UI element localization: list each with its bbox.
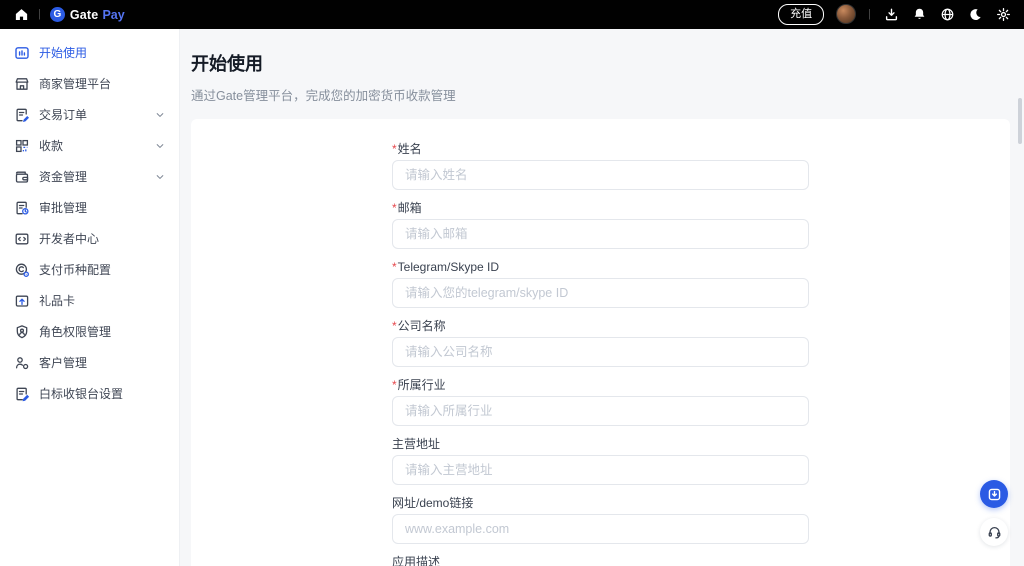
field-input-3[interactable] — [392, 337, 809, 367]
field-input-6[interactable] — [392, 514, 809, 544]
sidebar-item-11[interactable]: 白标收银台设置 — [0, 378, 179, 409]
field-label: *Telegram/Skype ID — [392, 260, 500, 274]
globe-icon[interactable] — [939, 6, 955, 22]
moon-icon[interactable] — [967, 6, 983, 22]
form-field-5: 主营地址 — [392, 437, 809, 485]
merchant-platform-icon — [13, 75, 30, 92]
orders-icon — [13, 106, 30, 123]
currency-config-icon — [13, 261, 30, 278]
field-label: *公司名称 — [392, 319, 446, 333]
avatar[interactable] — [836, 4, 857, 25]
gift-card-icon — [13, 292, 30, 309]
chevron-down-icon — [155, 110, 165, 120]
page-subtitle: 通过Gate管理平台，完成您的加密货币收款管理 — [191, 89, 456, 103]
chevron-down-icon — [155, 172, 165, 182]
sidebar-item-label: 开发者中心 — [39, 232, 100, 246]
main-content: 开始使用 通过Gate管理平台，完成您的加密货币收款管理 *姓名 *邮箱 *Tele… — [180, 29, 1024, 566]
sidebar-item-8[interactable]: 礼品卡 — [0, 285, 179, 316]
roles-shield-icon — [13, 323, 30, 340]
brand-name: Gate — [69, 7, 99, 22]
brand-suffix: Pay — [102, 7, 125, 22]
chevron-down-icon — [155, 141, 165, 151]
sidebar-nav: 开始使用商家管理平台 交易订单收款资金管理审批管理开发者中心支付币种配置 礼品卡角色… — [0, 37, 179, 409]
required-asterisk: * — [392, 319, 397, 333]
sidebar-item-0[interactable]: 开始使用 — [0, 37, 179, 68]
download-app-button[interactable] — [980, 480, 1008, 508]
scrollbar-thumb[interactable] — [1018, 98, 1022, 144]
customers-icon — [13, 354, 30, 371]
download-icon[interactable] — [883, 6, 899, 22]
field-label: *姓名 — [392, 142, 422, 156]
topbar-divider: | — [38, 8, 41, 20]
field-input-2[interactable] — [392, 278, 809, 308]
form-field-2: *Telegram/Skype ID — [392, 260, 809, 308]
required-asterisk: * — [392, 201, 397, 215]
page-title: 开始使用 — [191, 54, 263, 74]
gate-logo-icon: G — [49, 7, 65, 22]
form-field-0: *姓名 — [392, 142, 809, 190]
brand-logo[interactable]: G Gate Pay — [49, 7, 125, 22]
required-asterisk: * — [392, 142, 397, 156]
sidebar-item-9[interactable]: 角色权限管理 — [0, 316, 179, 347]
getting-started-icon — [13, 44, 30, 61]
sidebar-item-label: 收款 — [39, 139, 64, 153]
onboarding-form: *姓名 *邮箱 *Telegram/Skype ID *公司名称 *所属行业主营地址网址… — [392, 119, 809, 566]
field-input-0[interactable] — [392, 160, 809, 190]
topbar: | G Gate Pay 充值 | — [0, 0, 1024, 29]
customer-support-button[interactable] — [980, 518, 1008, 546]
field-label: 应用描述 — [392, 555, 441, 566]
sidebar-item-label: 交易订单 — [39, 108, 88, 122]
approval-icon — [13, 199, 30, 216]
developer-icon — [13, 230, 30, 247]
sidebar-item-label: 开始使用 — [39, 46, 88, 60]
sidebar-item-2[interactable]: 交易订单 — [0, 99, 179, 130]
download-app-icon — [987, 487, 1002, 502]
sidebar-item-label: 资金管理 — [39, 170, 88, 184]
sidebar-item-5[interactable]: 审批管理 — [0, 192, 179, 223]
sidebar-item-label: 白标收银台设置 — [39, 387, 124, 401]
form-field-6: 网址/demo链接 — [392, 496, 809, 544]
headset-icon — [987, 525, 1002, 540]
sidebar-item-1[interactable]: 商家管理平台 — [0, 68, 179, 99]
field-label: *所属行业 — [392, 378, 446, 392]
form-field-4: *所属行业 — [392, 378, 809, 426]
sidebar-item-label: 支付币种配置 — [39, 263, 112, 277]
sidebar: 开始使用商家管理平台 交易订单收款资金管理审批管理开发者中心支付币种配置 礼品卡角色… — [0, 29, 180, 566]
form-field-3: *公司名称 — [392, 319, 809, 367]
bell-icon[interactable] — [911, 6, 927, 22]
required-asterisk: * — [392, 260, 397, 274]
sidebar-item-label: 商家管理平台 — [39, 77, 112, 91]
field-input-1[interactable] — [392, 219, 809, 249]
sidebar-item-label: 审批管理 — [39, 201, 88, 215]
sidebar-item-7[interactable]: 支付币种配置 — [0, 254, 179, 285]
field-input-4[interactable] — [392, 396, 809, 426]
field-label: *邮箱 — [392, 201, 422, 215]
onboarding-form-card: *姓名 *邮箱 *Telegram/Skype ID *公司名称 *所属行业主营地址网址… — [191, 119, 1010, 566]
home-icon[interactable] — [14, 7, 29, 22]
field-label: 网址/demo链接 — [392, 496, 474, 510]
required-asterisk: * — [392, 378, 397, 392]
receive-qr-icon — [13, 137, 30, 154]
gear-icon[interactable] — [995, 6, 1011, 22]
sidebar-item-4[interactable]: 资金管理 — [0, 161, 179, 192]
funds-wallet-icon — [13, 168, 30, 185]
sidebar-item-6[interactable]: 开发者中心 — [0, 223, 179, 254]
sidebar-item-label: 角色权限管理 — [39, 325, 112, 339]
sidebar-item-label: 礼品卡 — [39, 294, 76, 308]
sidebar-item-3[interactable]: 收款 — [0, 130, 179, 161]
topbar-divider-2: | — [868, 7, 871, 20]
recharge-button[interactable]: 充值 — [778, 4, 825, 25]
form-field-7: 应用描述 — [392, 555, 809, 566]
form-field-1: *邮箱 — [392, 201, 809, 249]
sidebar-item-label: 客户管理 — [39, 356, 88, 370]
field-input-5[interactable] — [392, 455, 809, 485]
field-label: 主营地址 — [392, 437, 441, 451]
sidebar-item-10[interactable]: 客户管理 — [0, 347, 179, 378]
whitelabel-icon — [13, 385, 30, 402]
